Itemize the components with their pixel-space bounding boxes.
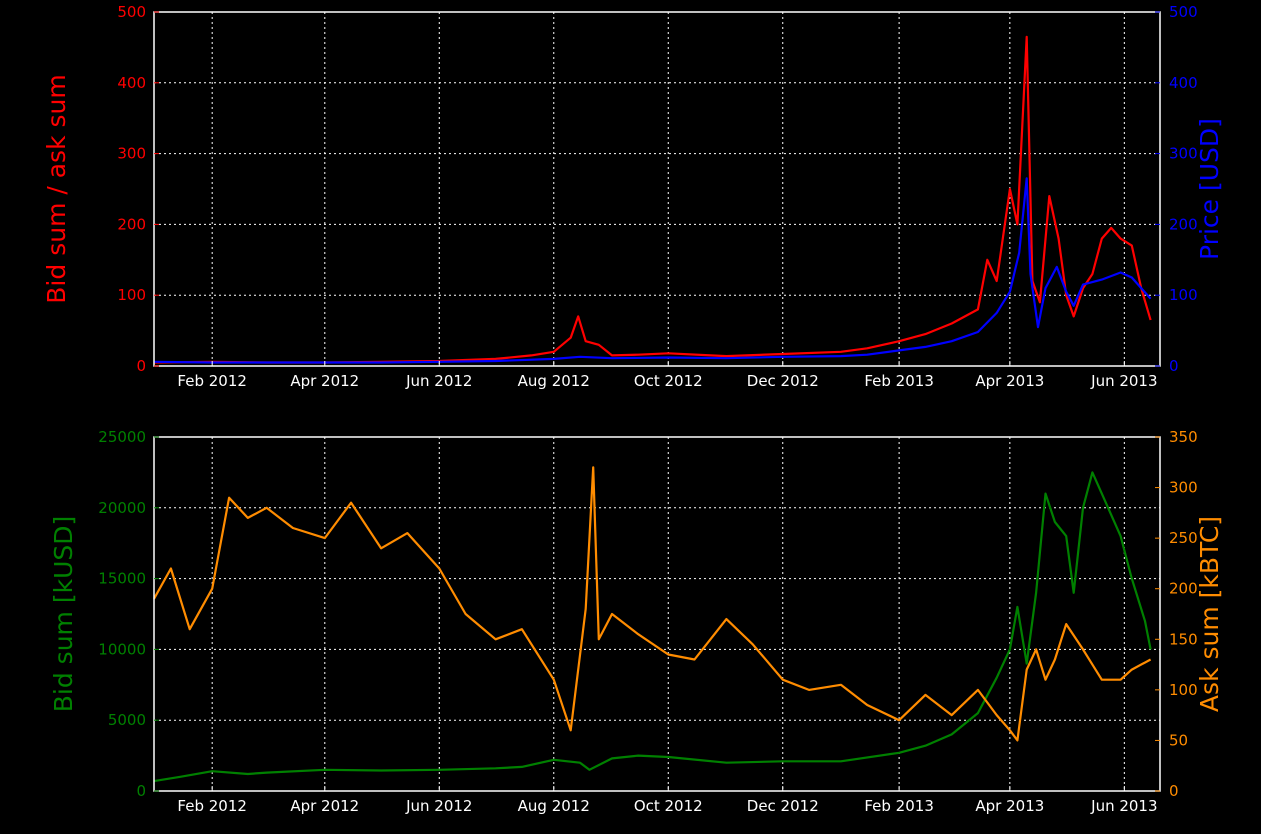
y-right-tick-label-1: 50 — [1169, 731, 1188, 749]
top-y-label-left: Bid sum / ask sum — [42, 74, 71, 303]
y-right-tick-label-2: 100 — [1169, 681, 1198, 699]
y-left-tick-label-5: 500 — [117, 3, 146, 21]
bottom-y-label-right: Ask sum [kBTC] — [1195, 516, 1224, 712]
background — [0, 0, 1261, 834]
figure: Feb 2012 Apr 2012 Jun 2012 Aug 2012 Oct 2012… — [0, 0, 1261, 834]
y-left-tick-label-1: 5000 — [108, 711, 146, 729]
x-tick-label-4: Oct 2012 — [634, 797, 703, 815]
x-tick-label-1: Apr 2012 — [290, 372, 359, 390]
y-right-tick-label-0: 0 — [1169, 782, 1179, 800]
x-tick-label-7: Apr 2013 — [975, 797, 1044, 815]
top-y-label-right: Price [USD] — [1195, 118, 1224, 260]
y-left-tick-label-0: 0 — [136, 782, 146, 800]
x-tick-label-8: Jun 2013 — [1090, 372, 1157, 390]
y-left-tick-label-3: 300 — [117, 145, 146, 163]
x-tick-label-4: Oct 2012 — [634, 372, 703, 390]
y-right-tick-label-2: 200 — [1169, 215, 1198, 233]
x-tick-label-1: Apr 2012 — [290, 797, 359, 815]
y-left-tick-label-1: 100 — [117, 286, 146, 304]
y-right-tick-label-3: 150 — [1169, 630, 1198, 648]
x-tick-label-5: Dec 2012 — [747, 797, 819, 815]
x-tick-label-3: Aug 2012 — [518, 372, 590, 390]
y-right-tick-label-5: 500 — [1169, 3, 1198, 21]
y-left-tick-label-4: 400 — [117, 74, 146, 92]
y-left-tick-label-4: 20000 — [98, 499, 146, 517]
y-left-tick-label-2: 200 — [117, 215, 146, 233]
x-tick-label-7: Apr 2013 — [975, 372, 1044, 390]
x-tick-label-6: Feb 2013 — [864, 797, 934, 815]
y-left-tick-label-2: 10000 — [98, 640, 146, 658]
x-tick-label-5: Dec 2012 — [747, 372, 819, 390]
x-tick-label-2: Jun 2012 — [405, 372, 472, 390]
y-right-tick-label-4: 400 — [1169, 74, 1198, 92]
bottom-y-label-left: Bid sum [kUSD] — [49, 516, 78, 712]
y-right-tick-label-7: 350 — [1169, 428, 1198, 446]
x-tick-label-0: Feb 2012 — [177, 372, 247, 390]
x-tick-label-8: Jun 2013 — [1090, 797, 1157, 815]
y-right-tick-label-4: 200 — [1169, 580, 1198, 598]
x-tick-label-2: Jun 2012 — [405, 797, 472, 815]
y-right-tick-label-1: 100 — [1169, 286, 1198, 304]
x-tick-label-3: Aug 2012 — [518, 797, 590, 815]
y-left-tick-label-3: 15000 — [98, 570, 146, 588]
x-tick-label-6: Feb 2013 — [864, 372, 934, 390]
y-left-tick-label-0: 0 — [136, 357, 146, 375]
x-tick-label-0: Feb 2012 — [177, 797, 247, 815]
y-left-tick-label-5: 25000 — [98, 428, 146, 446]
y-right-tick-label-6: 300 — [1169, 479, 1198, 497]
y-right-tick-label-5: 250 — [1169, 529, 1198, 547]
y-right-tick-label-3: 300 — [1169, 145, 1198, 163]
y-right-tick-label-0: 0 — [1169, 357, 1179, 375]
